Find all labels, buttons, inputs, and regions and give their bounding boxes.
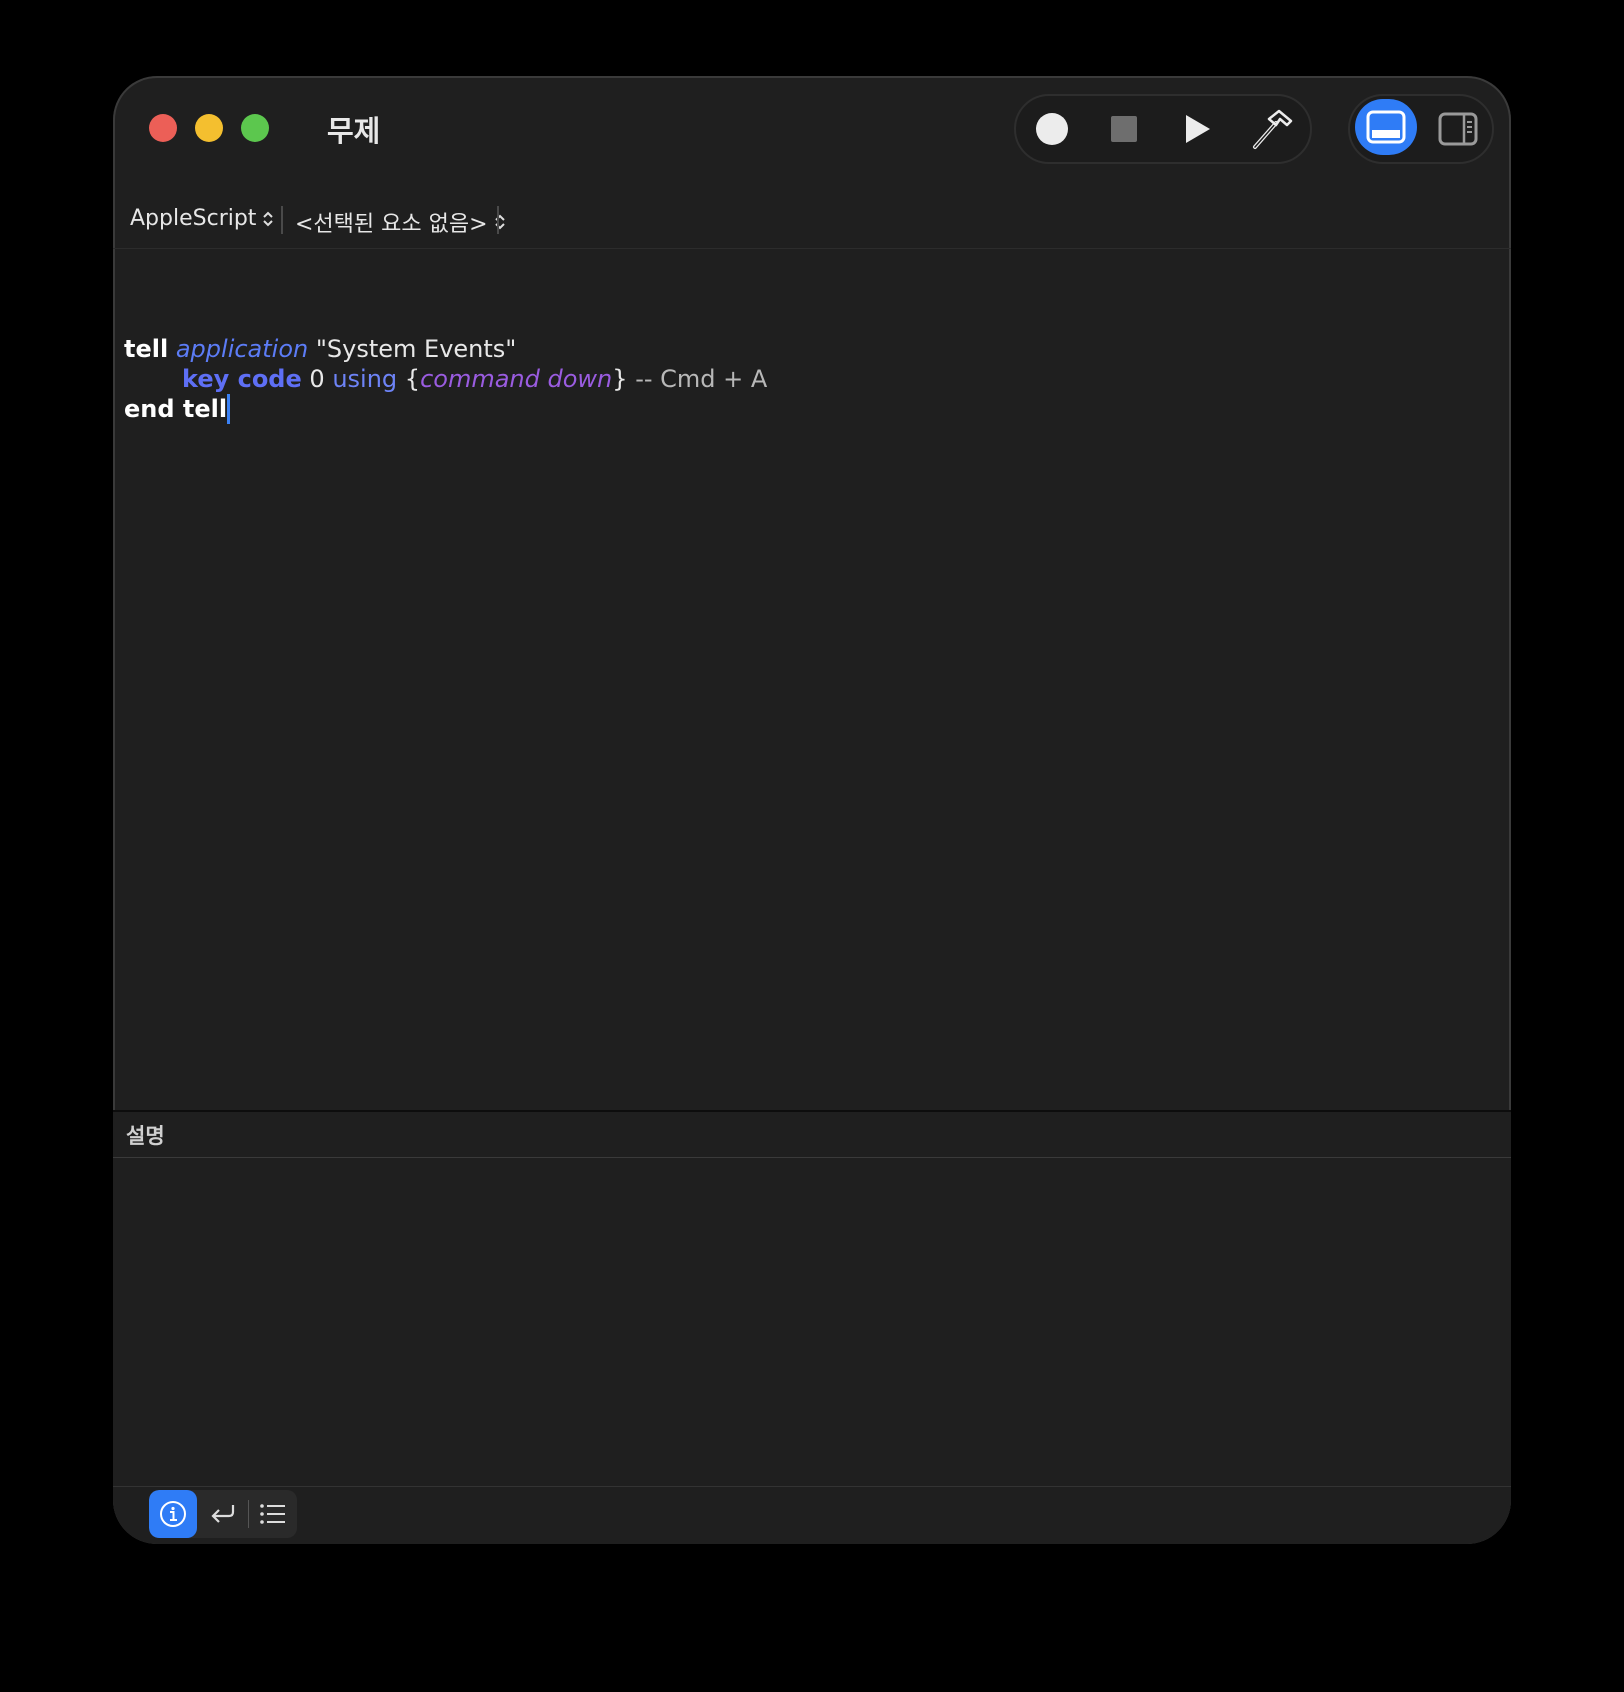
- bottom-panel-icon: [1366, 110, 1406, 144]
- keyword: tell: [124, 335, 169, 363]
- parameter: using: [332, 365, 398, 393]
- element-label: <선택된 요소 없음>: [295, 212, 488, 237]
- script-editor[interactable]: tell application "System Events" key cod…: [124, 256, 1511, 1106]
- info-tab[interactable]: [149, 1490, 197, 1538]
- navbar-divider: [497, 206, 499, 234]
- info-icon: [160, 1501, 186, 1527]
- description-title: 설명: [126, 1124, 165, 1148]
- side-panel-button[interactable]: [1428, 96, 1488, 162]
- brace: {: [404, 365, 421, 393]
- view-toggle: [1348, 94, 1494, 164]
- number-literal: 0: [309, 365, 325, 393]
- window-title: 무제: [327, 114, 381, 148]
- return-icon: [211, 1505, 235, 1523]
- side-panel-icon: [1438, 112, 1478, 146]
- record-button[interactable]: [1022, 96, 1082, 162]
- command: key code: [182, 365, 302, 393]
- zoom-button[interactable]: [241, 114, 269, 142]
- code-line-1: tell application "System Events": [124, 334, 516, 364]
- keyword: end tell: [124, 395, 228, 423]
- bottom-panel-button[interactable]: [1355, 99, 1417, 155]
- chevron-updown-icon: [494, 214, 505, 230]
- navigation-bar: AppleScript <선택된 요소 없음>: [113, 194, 1511, 249]
- text-cursor: [227, 394, 231, 424]
- stop-button[interactable]: [1094, 96, 1154, 162]
- bottom-tab-control: [149, 1490, 297, 1538]
- stop-icon: [1111, 116, 1137, 142]
- title-bar: 무제: [113, 76, 1511, 176]
- list-icon: [260, 1504, 285, 1524]
- language-popup[interactable]: AppleScript: [130, 206, 274, 231]
- brace: }: [612, 365, 628, 393]
- navbar-divider: [281, 206, 283, 234]
- description-header: 설명: [113, 1112, 1511, 1158]
- class-name: application: [175, 335, 309, 363]
- language-label: AppleScript: [130, 206, 257, 231]
- close-button[interactable]: [149, 114, 177, 142]
- compile-button[interactable]: [1241, 96, 1301, 162]
- result-tab[interactable]: [199, 1490, 247, 1538]
- play-icon: [1186, 115, 1210, 143]
- enumeration: command down: [420, 365, 613, 393]
- description-text-area[interactable]: [113, 1158, 1511, 1486]
- string-literal: "System Events": [315, 335, 517, 363]
- script-editor-window: 무제 AppleScript <선택된 요소 없음> tell applicat…: [113, 76, 1511, 1544]
- minimize-button[interactable]: [195, 114, 223, 142]
- run-button[interactable]: [1167, 96, 1227, 162]
- comment: -- Cmd + A: [635, 365, 768, 393]
- code-line-2: key code 0 using {command down} -- Cmd +…: [182, 364, 767, 394]
- chevron-updown-icon: [263, 211, 274, 226]
- element-popup[interactable]: <선택된 요소 없음>: [295, 206, 506, 238]
- bottom-bar: [113, 1486, 1511, 1544]
- hammer-icon: [1253, 109, 1293, 149]
- code-line-3: end tell: [124, 394, 231, 424]
- record-icon: [1036, 113, 1068, 145]
- run-controls: [1014, 94, 1312, 164]
- log-tab[interactable]: [249, 1490, 297, 1538]
